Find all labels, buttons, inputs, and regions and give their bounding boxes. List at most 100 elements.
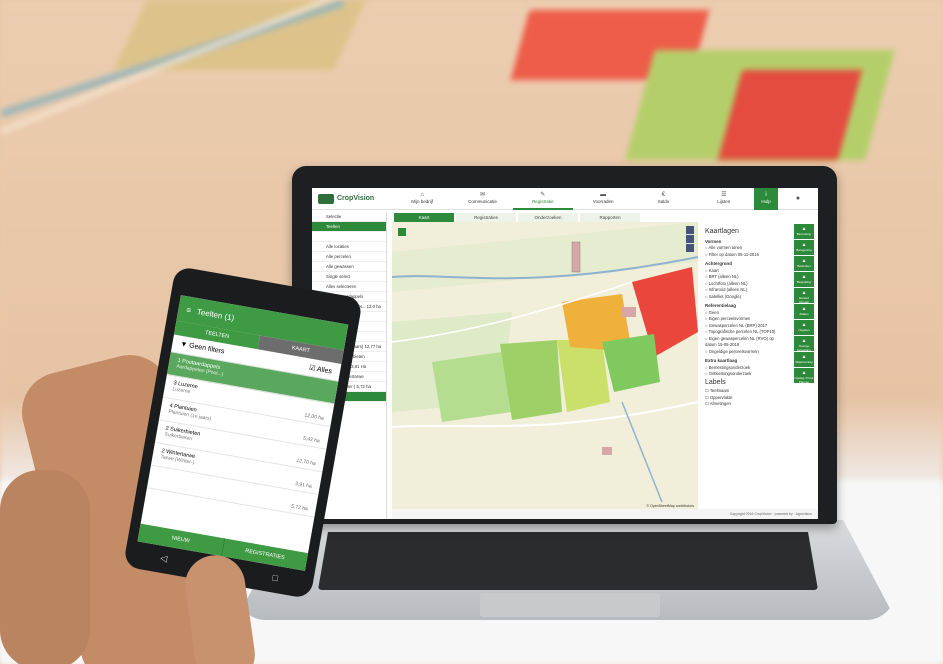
tab-kaart[interactable]: Kaart — [394, 213, 454, 222]
action-rail: ▲ Bemesting ▲ Beregening ▲ Bewerken ▲ Bespuitin… — [794, 224, 814, 509]
panel-title: Kaartlagen — [705, 228, 739, 235]
sidebar-row[interactable]: Alles selecteren — [312, 282, 386, 292]
tab-registraties[interactable]: Registraties — [456, 213, 516, 222]
app-footer: Copyright 2016 CropVision · powered by ·… — [392, 509, 818, 519]
rail-button[interactable]: ▲ Bemesting — [794, 224, 814, 239]
sidebar-row[interactable]: Alle locaties — [312, 242, 386, 252]
option-label: Luchtfoto (alleen NL) — [708, 280, 748, 286]
rail-button[interactable]: ▲ Gereed (Oogst) — [794, 288, 814, 303]
rail-label: Opslag / Prod. Planner — [794, 376, 814, 383]
filter-button[interactable]: ▼ Geen filters — [180, 341, 225, 356]
select-all-label: Alles — [316, 365, 333, 375]
nav-label: Mijn bedrijf — [411, 198, 434, 204]
sidebar-row[interactable]: Alle percelen — [312, 252, 386, 262]
option-label: Geen — [708, 309, 719, 315]
option-label: Ongeldige perceelsvormen — [708, 348, 759, 354]
sidebar-row[interactable]: Alle gewassen — [312, 262, 386, 272]
layers-panel: Kaartlagen Vormen ○ Alle vormen tonen ○ Fil… — [702, 224, 788, 509]
option-label: Eigen gewaspercelen NL (RVO) op datum 15… — [705, 335, 774, 348]
zoom-out-button[interactable] — [686, 235, 694, 243]
panel-radio-option[interactable]: ○ Satelliet (Google) — [705, 294, 785, 301]
rail-label: Bemesting — [796, 232, 812, 236]
crop-item-area: 5,72 ha — [290, 503, 309, 513]
sidebar-row[interactable]: Selectie — [312, 212, 386, 222]
sidebar-row[interactable]: Single select — [312, 272, 386, 282]
sidebar-row[interactable]: Teelten — [312, 222, 386, 232]
content-tabs: Kaart Registraties Onderzoeken Rapporten — [394, 213, 640, 222]
rail-button[interactable]: ▲ Overige bewerking — [794, 336, 814, 351]
rail-label: Waarneming — [795, 360, 813, 364]
recents-icon[interactable]: □ — [272, 572, 279, 583]
option-label: Gewaspercelen NL (BRP) 2017 — [708, 322, 768, 328]
laptop-keyboard — [318, 532, 818, 590]
tab-rapporten[interactable]: Rapporten — [580, 213, 640, 222]
background-red-field-2 — [717, 70, 863, 160]
panel-radio-option[interactable]: ○ Ongeldige perceelsvormen — [705, 349, 785, 356]
zoom-controls — [686, 226, 694, 252]
app-logo[interactable]: CropVision — [312, 193, 392, 204]
nav-label: Communicatie — [468, 198, 497, 204]
panel-radio-option[interactable]: ○ Filter op datum 05-11-2016 — [705, 252, 785, 259]
crop-list: 1 Pootaardappels Aardappelen (Poot...) 3 L… — [146, 352, 339, 518]
nav-lijsten[interactable]: ☰ Lijsten — [694, 188, 754, 210]
option-label: Topografische percelen NL (TOP10) — [708, 329, 776, 334]
rail-button[interactable]: ▲ Bespuiting — [794, 272, 814, 287]
nav-label: Voorraden — [592, 198, 614, 204]
rail-button[interactable]: ▲ Waarneming — [794, 352, 814, 367]
nav-registratie[interactable]: ✎ Registratie — [512, 188, 573, 210]
rail-button[interactable]: ▲ Oogsten — [794, 320, 814, 335]
cropvision-logo-icon — [318, 193, 334, 204]
checkbox-label: Afmetingen — [709, 401, 731, 406]
rail-label: Bespuiting — [796, 280, 811, 284]
rail-button[interactable]: ▲ Zaaien — [794, 304, 814, 319]
euro-icon: € — [661, 191, 666, 198]
filter-label: Geen filters — [188, 342, 225, 356]
user-menu-icon[interactable]: ● — [778, 195, 818, 202]
back-icon[interactable]: ◁ — [159, 552, 169, 564]
option-label: Satelliet (Google) — [708, 293, 742, 299]
map-attribution[interactable]: © OpenStreetMap contributors — [646, 504, 694, 508]
rail-label: Oogsten — [798, 328, 810, 332]
label-checkbox[interactable]: ☐ Afmetingen — [705, 401, 785, 408]
option-label: BRT (alleen NL) — [708, 274, 739, 279]
truck-icon: ▬ — [600, 191, 607, 198]
zoom-in-button[interactable] — [686, 226, 694, 234]
nav-communicatie[interactable]: ✉ Communicatie — [452, 188, 512, 210]
field-light-green[interactable] — [432, 352, 512, 422]
rail-button[interactable]: ▲ Beregening — [794, 240, 814, 255]
tab-onderzoeken[interactable]: Onderzoeken — [518, 213, 578, 222]
nav-voorraden[interactable]: ▬ Voorraden — [573, 188, 633, 210]
logo-text: CropVision — [337, 195, 375, 202]
nav-saldo[interactable]: € Saldo — [633, 188, 693, 210]
app-header: CropVision ⌂ Mijn bedrijf ✉ Communicatie ✎… — [312, 188, 818, 210]
rail-button[interactable]: ▲ Bewerken — [794, 256, 814, 271]
rail-button[interactable]: ▲ Opslag / Prod. Planner — [794, 368, 814, 383]
rail-label: Overige bewerking — [797, 344, 811, 351]
panel-radio-option[interactable]: ○ Eigen gewaspercelen NL (RVO) op datum … — [705, 336, 785, 349]
help-label: Hulp — [761, 198, 771, 204]
left-wrist — [0, 470, 90, 664]
rail-label: Bewerken — [797, 264, 811, 268]
rail-label: Zaaien — [799, 312, 809, 316]
nav-mijn-bedrijf[interactable]: ⌂ Mijn bedrijf — [392, 188, 452, 210]
map-canvas — [392, 222, 698, 509]
list-icon: ☰ — [721, 191, 727, 198]
sidebar-row[interactable] — [312, 232, 386, 242]
select-all-button[interactable]: ☑ Alles — [309, 363, 333, 375]
option-label: Filter op datum 05-11-2016 — [708, 251, 759, 257]
rail-label: Beregening — [796, 248, 812, 252]
option-label: Infrarood (alleen NL) — [708, 287, 748, 292]
option-label: Eigen perceelsvormen — [708, 316, 751, 321]
panel-radio-option[interactable]: ○ Ontkiemingsonderzoek — [705, 371, 785, 378]
option-label: Bemestingsonderzoek — [708, 364, 751, 370]
field-map[interactable]: © OpenStreetMap contributors — [392, 222, 698, 509]
nav-label: Lijsten — [717, 198, 731, 204]
help-button[interactable]: i Hulp — [754, 188, 778, 210]
rail-label: Gereed (Oogst) — [798, 296, 809, 303]
home-icon: ⌂ — [420, 191, 424, 198]
mail-icon: ✉ — [479, 191, 485, 198]
nav-label: Registratie — [532, 198, 554, 204]
option-label: Kaart — [708, 267, 719, 273]
menu-icon[interactable]: ≡ — [186, 305, 192, 315]
fullscreen-button[interactable] — [686, 244, 694, 252]
